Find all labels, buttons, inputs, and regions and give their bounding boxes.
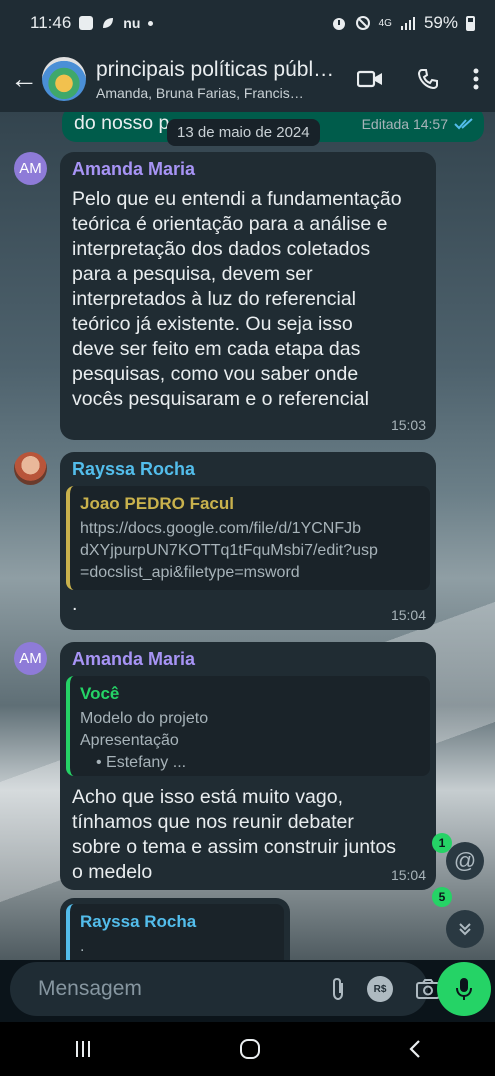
- message-line: interpretação dos dados coletados: [72, 238, 371, 260]
- message-text: .: [72, 593, 78, 615]
- chat-title-area[interactable]: principais políticas públ… Amanda, Bruna…: [96, 58, 341, 101]
- message-line: o medelo: [72, 861, 153, 883]
- status-bar: 11:46 nu 4G 59%: [0, 0, 495, 46]
- message-line: teórica é orientação para a análise e: [72, 213, 388, 235]
- message-line: Acho que isso está muito vago,: [72, 786, 343, 808]
- recent-apps-icon[interactable]: [73, 1039, 93, 1059]
- quoted-line: =docslist_api&filetype=msword: [80, 564, 300, 581]
- double-chevron-down-icon: [459, 923, 471, 936]
- sender-name[interactable]: Amanda Maria: [72, 649, 195, 670]
- video-call-icon[interactable]: [357, 69, 383, 89]
- silent-icon: [355, 16, 370, 30]
- system-nav-bar: [0, 1022, 495, 1076]
- avatar[interactable]: [14, 452, 47, 485]
- composer: R$: [0, 960, 495, 1022]
- quoted-message[interactable]: Joao PEDRO Facul https://docs.google.com…: [66, 486, 430, 590]
- back-nav-icon[interactable]: [407, 1039, 423, 1059]
- quoted-message[interactable]: Você Modelo do projeto Apresentação • Es…: [66, 676, 430, 776]
- avatar[interactable]: AM: [14, 642, 47, 675]
- network-label: 4G: [378, 17, 392, 29]
- mic-icon: [456, 978, 472, 1000]
- message-line: pesquisas, como vou saber onde: [72, 363, 359, 385]
- message-line: tínhamos que nos reunir debater: [72, 811, 354, 833]
- alarm-icon: [332, 18, 345, 30]
- message-line: teórico já existente. Ou seja isso: [72, 313, 353, 335]
- mentions-badge: 1: [432, 833, 452, 853]
- message-bubble[interactable]: Amanda Maria Você Modelo do projeto Apre…: [60, 642, 436, 890]
- signal-icon: [400, 17, 415, 30]
- chat-header: ← principais políticas públ… Amanda, Bru…: [0, 46, 495, 112]
- quoted-author: Joao PEDRO Facul: [80, 494, 234, 513]
- status-time: 11:46: [30, 13, 72, 32]
- message-bubble[interactable]: Rayssa Rocha .: [60, 898, 290, 960]
- voice-call-icon[interactable]: [417, 68, 439, 90]
- attach-icon[interactable]: [331, 977, 345, 1001]
- message-line: para a pesquisa, devem ser: [72, 263, 313, 285]
- message-time: 15:04: [390, 607, 426, 623]
- unread-badge: 5: [432, 887, 452, 907]
- message-bubble[interactable]: Amanda Maria Pelo que eu entendi a funda…: [60, 152, 436, 440]
- quoted-message[interactable]: Rayssa Rocha .: [66, 904, 284, 960]
- message-text: do nosso p: [74, 112, 170, 134]
- nu-icon: nu: [123, 15, 141, 31]
- battery-icon: [466, 15, 475, 31]
- quoted-line: https://docs.google.com/file/d/1YCNFJb: [80, 520, 362, 537]
- message-line: sobre o tema e assim construir juntos: [72, 836, 397, 858]
- chat-participants: Amanda, Bruna Farias, Francis…: [96, 84, 304, 101]
- quoted-line: dXYjpurpUN7KOTTq1tFquMsbi7/edit?usp: [80, 542, 378, 559]
- read-receipt-icon: [454, 118, 473, 130]
- message-time: 15:03: [390, 417, 426, 433]
- chat-title: principais políticas públ…: [96, 57, 335, 81]
- back-arrow-icon[interactable]: ←: [10, 63, 38, 95]
- message-text: Pelo que eu entendi a fundamentação teór…: [72, 187, 428, 412]
- avatar[interactable]: AM: [14, 152, 47, 185]
- quoted-line: • Estefany ...: [96, 754, 187, 771]
- home-icon[interactable]: [238, 1037, 262, 1061]
- scroll-down-button[interactable]: [446, 910, 484, 948]
- edited-label: Editada 14:57: [361, 116, 448, 132]
- more-vert-icon[interactable]: [473, 68, 479, 90]
- group-avatar[interactable]: [42, 57, 86, 101]
- quoted-line: Modelo do projeto: [80, 710, 209, 727]
- mentions-button[interactable]: @: [446, 842, 484, 880]
- message-text: Acho que isso está muito vago, tínhamos …: [72, 785, 428, 885]
- quoted-text: .: [80, 938, 85, 955]
- date-separator: 13 de maio de 2024: [167, 119, 320, 146]
- message-line: deve ser feito em cada etapa das: [72, 338, 361, 360]
- leaf-icon: [103, 18, 114, 28]
- notification-dot-icon: [148, 20, 154, 26]
- quoted-author: Você: [80, 684, 120, 703]
- message-time: 15:04: [390, 867, 426, 883]
- battery-percent: 59%: [423, 13, 458, 32]
- message-line: Pelo que eu entendi a fundamentação: [72, 188, 402, 210]
- message-bubble[interactable]: Rayssa Rocha Joao PEDRO Facul https://do…: [60, 452, 436, 630]
- at-icon: @: [453, 848, 477, 873]
- message-input-bar[interactable]: R$: [10, 962, 440, 1016]
- sender-name[interactable]: Amanda Maria: [72, 159, 195, 180]
- mic-button[interactable]: [437, 962, 491, 1016]
- payment-icon[interactable]: R$: [367, 976, 393, 1002]
- sender-name[interactable]: Rayssa Rocha: [72, 459, 195, 480]
- quoted-line: Apresentação: [80, 732, 179, 749]
- message-input[interactable]: [38, 977, 309, 1001]
- message-line: vocês pesquisaram e o referencial: [72, 388, 369, 410]
- quoted-text: https://docs.google.com/file/d/1YCNFJb d…: [80, 518, 420, 584]
- chat-area[interactable]: do nosso p Editada 14:57 13 de maio de 2…: [0, 112, 495, 960]
- quoted-author: Rayssa Rocha: [80, 912, 197, 931]
- quoted-text: Modelo do projeto Apresentação • Estefan…: [80, 708, 420, 774]
- image-icon: [79, 16, 94, 30]
- message-line: interpretados à luz do referencial: [72, 288, 356, 310]
